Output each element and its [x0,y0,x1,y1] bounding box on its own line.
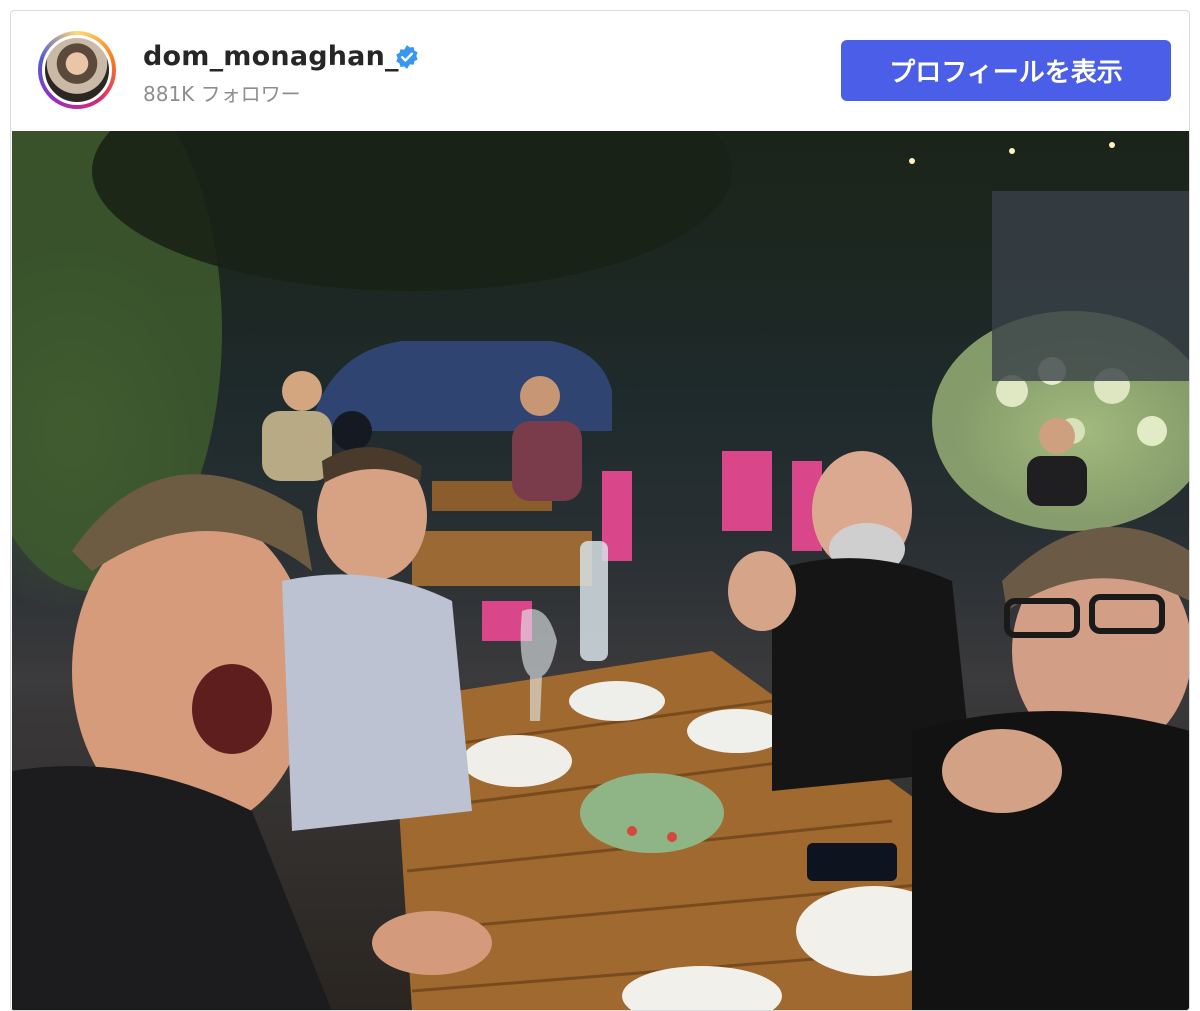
post-header: dom_monaghan_ 881K フォロワー プロフィールを表示 [11,11,1189,131]
person-background-3 [1039,418,1075,454]
profile-avatar[interactable] [38,31,116,109]
water-bottle [580,541,608,661]
string-lights [909,142,1115,164]
photo-illustration [12,131,1189,1010]
follower-count: 881K フォロワー [143,82,301,106]
person-background-2 [520,376,560,416]
post-photo[interactable] [12,131,1189,1010]
verified-badge-icon [396,45,418,69]
view-profile-button[interactable]: プロフィールを表示 [841,40,1171,101]
person-front-left-shirt [12,766,332,1010]
person-background-1 [282,371,322,411]
avatar-image [42,35,112,105]
building [992,191,1189,381]
smartphone [807,843,897,881]
person-striped-shirt-body [282,574,472,831]
plate-1 [462,735,572,787]
bowl [569,681,665,721]
serving-plate [580,773,724,853]
hand [372,911,492,975]
background-table [412,531,592,586]
username[interactable]: dom_monaghan_ [143,41,399,72]
instagram-embed-card: dom_monaghan_ 881K フォロワー プロフィールを表示 [10,10,1190,1011]
